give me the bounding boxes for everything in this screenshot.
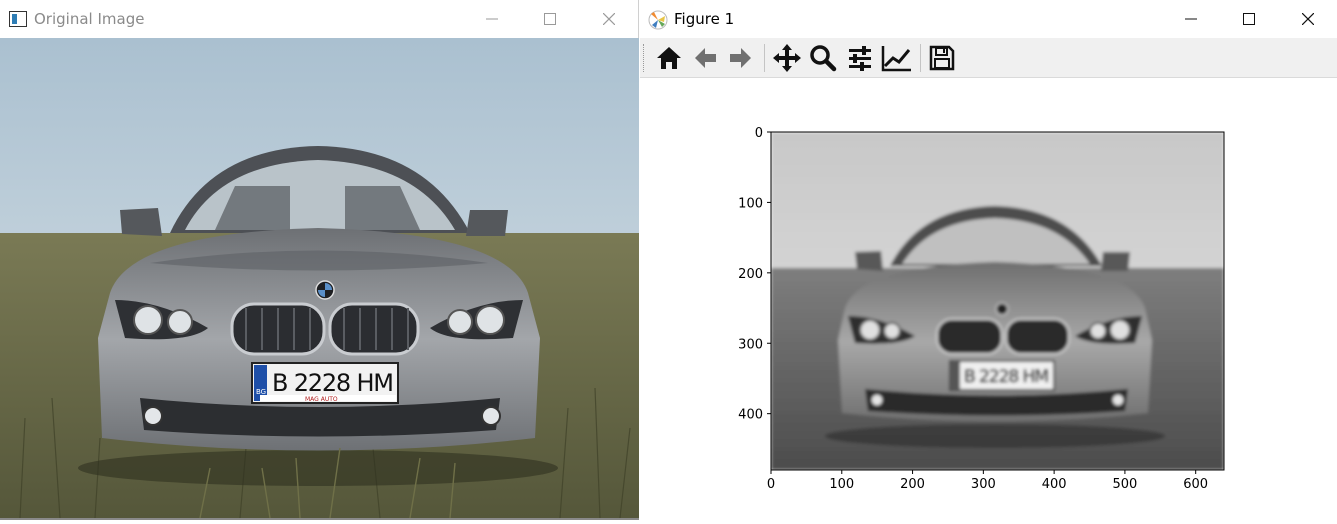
- dealer-strip: MAG AUTO: [305, 396, 338, 403]
- toolbar-separator: [920, 44, 921, 72]
- blurred-plate-text: B 2228 HM: [964, 367, 1049, 387]
- plate-text: B 2228 HM: [272, 369, 394, 397]
- plate-country: BG: [256, 388, 266, 396]
- close-button[interactable]: [586, 0, 632, 38]
- pan-icon: [773, 44, 801, 72]
- maximize-button[interactable]: [1226, 0, 1272, 38]
- navigation-toolbar: [640, 38, 1337, 78]
- x-tick-label: 500: [1112, 477, 1137, 492]
- maximize-button[interactable]: [527, 0, 573, 38]
- x-tick-label: 200: [900, 477, 925, 492]
- maximize-icon: [1243, 13, 1255, 25]
- y-tick-label: 300: [738, 337, 763, 352]
- x-tick-label: 100: [829, 477, 854, 492]
- configure-subplots-icon: [849, 46, 871, 71]
- save-icon: [929, 45, 955, 71]
- figure-titlebar[interactable]: Figure 1: [640, 0, 1337, 38]
- y-tick-label: 400: [738, 408, 763, 423]
- original-image-titlebar[interactable]: Original Image: [0, 0, 638, 38]
- forward-button[interactable]: [724, 41, 758, 75]
- edit-axes-button[interactable]: [880, 41, 914, 75]
- close-icon: [1302, 13, 1314, 25]
- figure-canvas[interactable]: B 2228 HM 0 100 200 300 400 500 600 0 100 200 300 4…: [640, 78, 1337, 520]
- figure-window: Figure 1 B 2228 HM 0 100 200 300 400 500…: [640, 0, 1337, 520]
- original-car-photo: BG B 2228 HM MAG AUTO: [0, 38, 639, 518]
- y-tick-label: 100: [738, 196, 763, 211]
- zoom-button[interactable]: [806, 41, 840, 75]
- window-app-icon: [9, 11, 27, 27]
- minimize-icon: [1185, 18, 1197, 20]
- grayscale-blurred-image: B 2228 HM: [771, 132, 1224, 470]
- save-button[interactable]: [925, 41, 959, 75]
- minimize-button[interactable]: [1168, 0, 1214, 38]
- maximize-icon: [544, 13, 556, 25]
- x-tick-label: 600: [1183, 477, 1208, 492]
- forward-arrow-icon: [730, 48, 751, 68]
- back-button[interactable]: [688, 41, 722, 75]
- x-tick-label: 400: [1042, 477, 1067, 492]
- window-title: Figure 1: [674, 10, 735, 28]
- x-tick-label: 0: [767, 477, 775, 492]
- pan-button[interactable]: [770, 41, 804, 75]
- close-button[interactable]: [1285, 0, 1331, 38]
- close-icon: [603, 13, 615, 25]
- toolbar-separator: [764, 44, 765, 72]
- home-button[interactable]: [652, 41, 686, 75]
- minimize-button[interactable]: [469, 0, 515, 38]
- y-tick-label: 200: [738, 267, 763, 282]
- back-arrow-icon: [695, 48, 716, 68]
- zoom-icon: [810, 45, 837, 72]
- edit-axes-icon: [881, 46, 911, 72]
- x-tick-label: 300: [971, 477, 996, 492]
- minimize-icon: [486, 18, 498, 20]
- matplotlib-logo-icon: [648, 10, 668, 30]
- toolbar-grip[interactable]: [643, 44, 645, 72]
- original-image-window: Original Image BG B 2228 HM MAG AUTO: [0, 0, 639, 520]
- y-tick-label: 0: [755, 126, 763, 141]
- home-icon: [657, 47, 681, 69]
- window-title: Original Image: [34, 10, 145, 28]
- axes: B 2228 HM 0 100 200 300 400 500 600 0 100 200 300 4…: [738, 126, 1225, 492]
- configure-subplots-button[interactable]: [843, 41, 877, 75]
